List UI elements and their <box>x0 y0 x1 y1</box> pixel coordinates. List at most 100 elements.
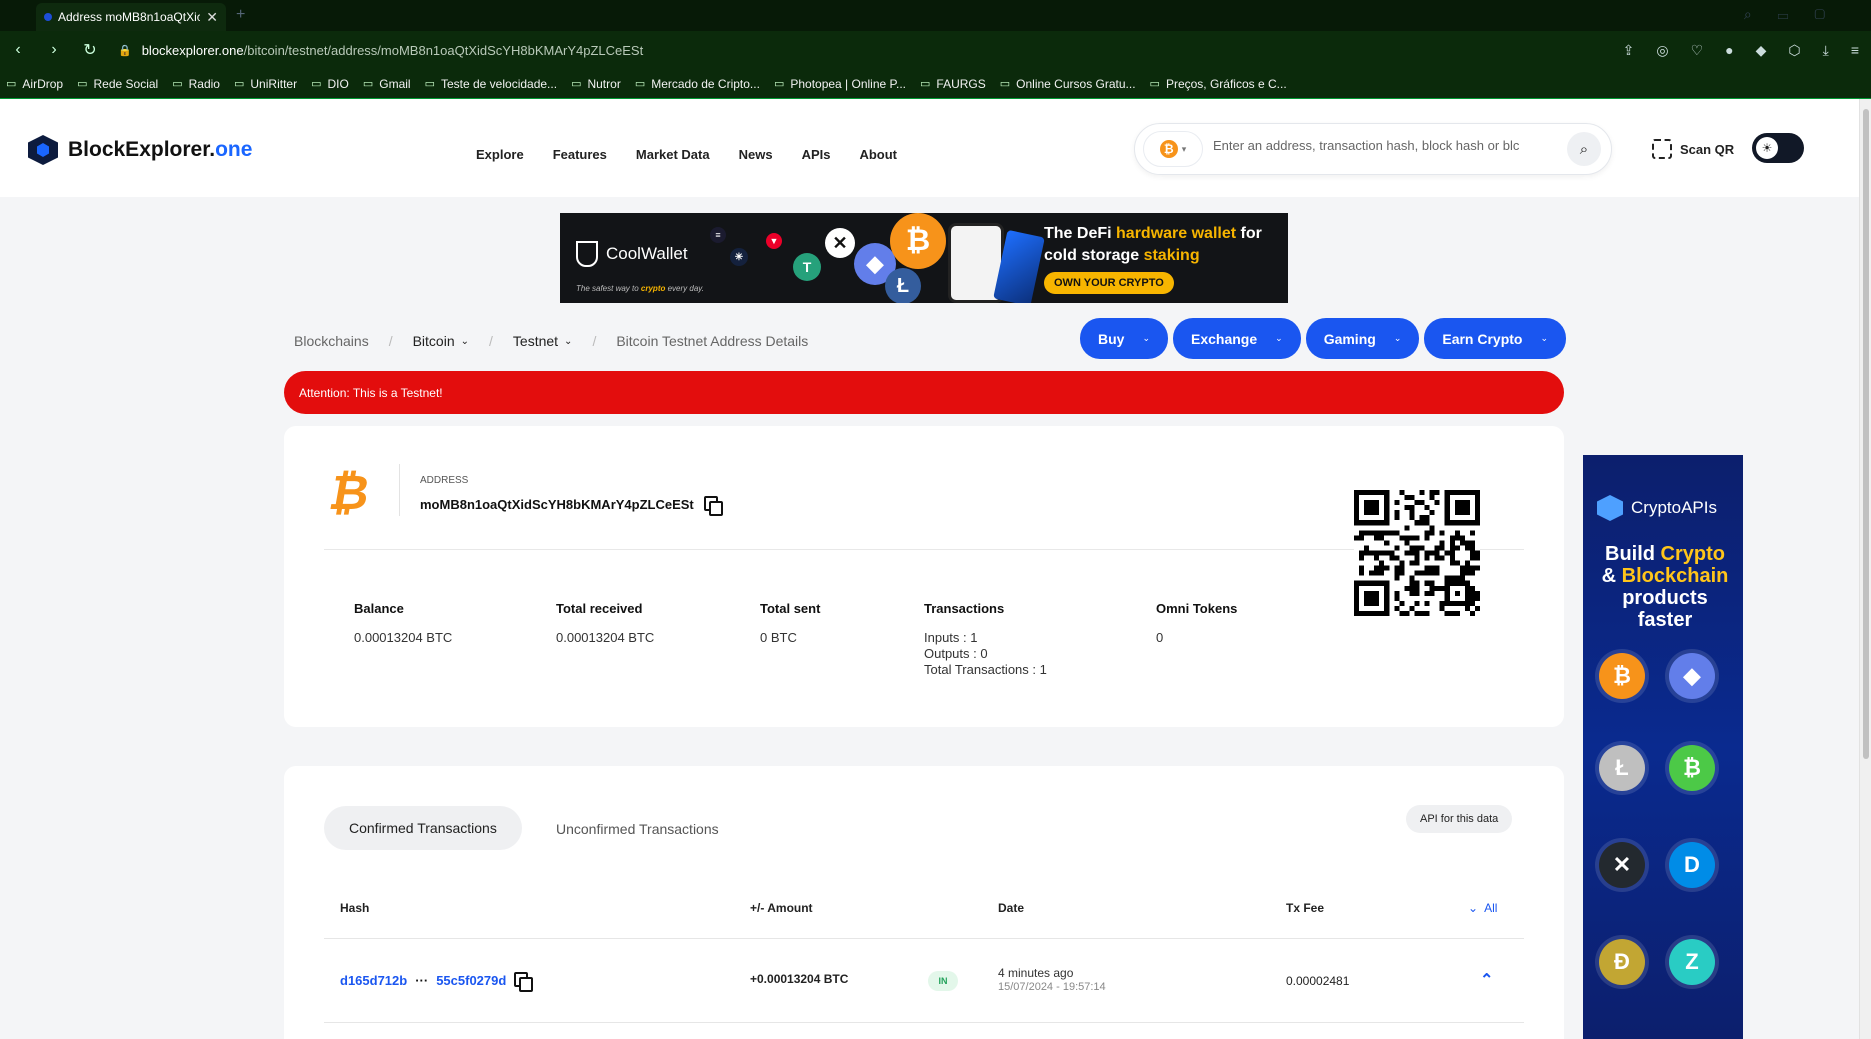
dogecoin-coin-icon: Ð <box>1599 939 1645 985</box>
exchange-button[interactable]: Exchange ⌄ <box>1173 318 1301 359</box>
balance-stat: Balance 0.00013204 BTC <box>354 601 453 645</box>
show-all-toggle[interactable]: ⌄ All <box>1468 901 1497 915</box>
camera-icon[interactable]: ◎ <box>1656 42 1668 59</box>
bookmark-item[interactable]: ▭ FAURGS <box>920 77 986 91</box>
share-icon[interactable]: ⇪ <box>1623 42 1635 59</box>
breadcrumb-separator: / <box>489 333 493 349</box>
total-received-value: 0.00013204 BTC <box>556 630 655 645</box>
inputs-value: Inputs : 1 <box>924 630 978 645</box>
breadcrumb-testnet-dropdown[interactable]: Testnet ⌄ <box>513 333 573 349</box>
nav-item-about[interactable]: About <box>859 147 897 162</box>
banner-cta-button[interactable]: OWN YOUR CRYPTO <box>1044 272 1174 294</box>
cryptoapis-brand: CryptoAPIs <box>1597 495 1717 521</box>
bookmark-item[interactable]: ▭ UniRitter <box>234 77 297 91</box>
banner-ad[interactable]: CoolWallet The safest way to crypto ever… <box>560 213 1288 303</box>
bookmark-item[interactable]: ▭ Mercado de Cripto... <box>635 77 760 91</box>
tx-hash[interactable]: d165d712b ··· 55c5f0279d <box>340 972 534 992</box>
forward-icon[interactable]: › <box>36 41 72 59</box>
chevron-down-icon: ⌄ <box>1142 333 1150 343</box>
tab-unconfirmed-transactions[interactable]: Unconfirmed Transactions <box>556 821 719 837</box>
total-sent-stat: Total sent 0 BTC <box>760 601 821 645</box>
tether-coin-icon: T <box>793 253 821 281</box>
browser-tab[interactable]: Address moMB8n1oaQtXic ✕ <box>36 3 226 31</box>
copy-icon[interactable] <box>514 972 534 992</box>
copy-icon[interactable] <box>703 496 723 516</box>
tx-fee: 0.00002481 <box>1286 974 1350 988</box>
address-text: moMB8n1oaQtXidScYH8bKMArY4pZLCeESt <box>420 496 694 512</box>
download-icon[interactable]: ⤓ <box>1823 42 1829 59</box>
heart-icon[interactable]: ♡ <box>1691 42 1704 59</box>
nav-item-features[interactable]: Features <box>553 147 607 162</box>
scrollbar-thumb[interactable] <box>1863 109 1869 759</box>
chain-selector[interactable]: ₿ ▾ <box>1143 131 1203 167</box>
chevron-up-icon[interactable]: ⌃ <box>1480 970 1493 990</box>
search-input[interactable] <box>1213 138 1558 153</box>
qr-code <box>1354 490 1480 616</box>
nav-item-market-data[interactable]: Market Data <box>636 147 710 162</box>
page-scrollbar[interactable] <box>1859 99 1871 1039</box>
tab-confirmed-transactions[interactable]: Confirmed Transactions <box>324 806 522 850</box>
folder-icon: ▭ <box>1149 78 1160 90</box>
api-for-data-button[interactable]: API for this data <box>1406 805 1513 833</box>
bookmark-item[interactable]: ▭ Preços, Gráficos e C... <box>1150 77 1287 91</box>
url-path: /bitcoin/testnet/address/moMB8n1oaQtXidS… <box>243 42 644 58</box>
site-logo[interactable]: BlockExplorer.one <box>28 135 252 165</box>
gaming-button[interactable]: Gaming ⌄ <box>1305 318 1420 359</box>
testnet-alert: Attention: This is a Testnet! <box>284 371 1564 414</box>
new-tab-icon[interactable]: + <box>236 6 245 24</box>
url-host: blockexplorer.one <box>141 42 244 58</box>
tx-date-full: 15/07/2024 - 19:57:14 <box>998 981 1106 993</box>
extension-icon[interactable]: ● <box>1725 42 1733 58</box>
folder-icon: ▭ <box>172 78 183 90</box>
bookmark-item[interactable]: ▭ Rede Social <box>77 77 158 91</box>
side-ad[interactable]: CryptoAPIs Build Crypto & Blockchain pro… <box>1583 455 1743 1039</box>
bookmark-item[interactable]: ▭ DIO <box>311 77 349 91</box>
close-tab-icon[interactable]: ✕ <box>206 9 218 26</box>
bookmark-item[interactable]: ▭ Photopea | Online P... <box>774 77 906 91</box>
theme-toggle[interactable]: ☀ <box>1752 133 1804 163</box>
menu-icon[interactable]: ≡ <box>1851 42 1859 58</box>
bookmark-item[interactable]: ▭ Radio <box>172 77 220 91</box>
earn-crypto-button[interactable]: Earn Crypto ⌄ <box>1424 318 1567 359</box>
bookmark-item[interactable]: ▭ Teste de velocidade... <box>425 77 557 91</box>
bitcoin-coin-icon: ₿ <box>890 213 946 269</box>
extension-icon[interactable]: ◆ <box>1756 42 1767 59</box>
breadcrumb-blockchains[interactable]: Blockchains <box>294 333 369 349</box>
coolwallet-tagline: The safest way to crypto every day. <box>576 284 704 293</box>
folder-icon: ▭ <box>6 78 17 90</box>
chevron-down-icon: ⌄ <box>1393 333 1402 343</box>
total-transactions-value: Total Transactions : 1 <box>924 662 1047 677</box>
nav-item-explore[interactable]: Explore <box>476 147 524 162</box>
column-header-fee: Tx Fee <box>1286 901 1325 915</box>
total-sent-value: 0 BTC <box>760 630 797 645</box>
shield-icon <box>576 241 598 267</box>
action-buttons: Buy ⌄ Exchange ⌄ Gaming ⌄ Earn Crypto ⌄ <box>1080 318 1567 359</box>
window-controls[interactable]: ⌕▭▢ <box>1744 6 1851 23</box>
nav-item-news[interactable]: News <box>739 147 773 162</box>
bookmark-item[interactable]: ▭ AirDrop <box>6 77 63 91</box>
chevron-down-icon: ⌄ <box>1275 333 1283 343</box>
bookmark-item[interactable]: ▭ Gmail <box>363 77 411 91</box>
address-card: ₿ ADDRESS moMB8n1oaQtXidScYH8bKMArY4pZLC… <box>284 426 1564 727</box>
browser-tab-bar: Address moMB8n1oaQtXic ✕ + ⌕▭▢ <box>0 0 1871 31</box>
folder-icon: ▭ <box>77 78 88 90</box>
breadcrumb-bitcoin-dropdown[interactable]: Bitcoin ⌄ <box>413 333 469 349</box>
scan-qr-button[interactable]: Scan QR <box>1652 139 1734 159</box>
folder-icon: ▭ <box>571 78 582 90</box>
nav-item-apis[interactable]: APIs <box>802 147 831 162</box>
bitcoin-coin-icon: ₿ <box>1599 653 1645 699</box>
side-ad-headline: Build Crypto & Blockchain products faste… <box>1601 543 1729 631</box>
bookmark-item[interactable]: ▭ Nutror <box>571 77 621 91</box>
bookmark-item[interactable]: ▭ Online Cursos Gratu... <box>1000 77 1136 91</box>
buy-button[interactable]: Buy ⌄ <box>1080 318 1168 359</box>
divider <box>324 938 1524 939</box>
reload-icon[interactable]: ↻ <box>72 40 108 60</box>
breadcrumb: Blockchains / Bitcoin ⌄ / Testnet ⌄ / Bitc… <box>294 333 808 349</box>
total-received-stat: Total received 0.00013204 BTC <box>556 601 655 645</box>
folder-icon: ▭ <box>773 78 785 90</box>
cube-icon[interactable]: ⬡ <box>1788 42 1800 59</box>
back-icon[interactable]: ‹ <box>0 41 36 59</box>
cryptoapis-logo-icon <box>1597 495 1623 521</box>
url-field[interactable]: 🔒 blockexplorer.one/bitcoin/testnet/addr… <box>118 31 643 69</box>
search-icon[interactable]: ⌕ <box>1567 132 1601 166</box>
